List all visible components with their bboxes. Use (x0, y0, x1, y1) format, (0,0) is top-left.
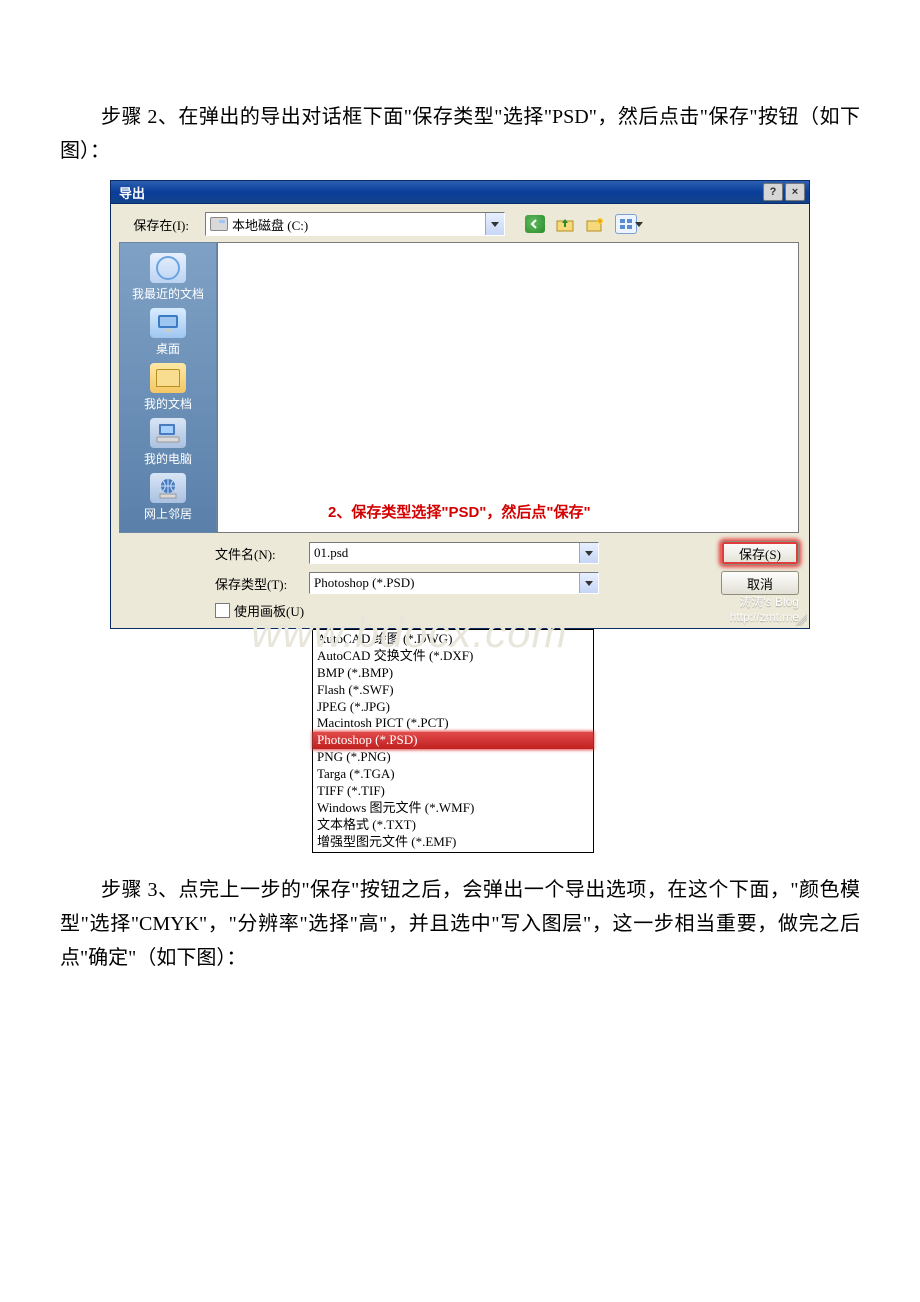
disk-icon (210, 217, 228, 231)
chevron-down-icon[interactable] (485, 213, 504, 235)
network-icon (150, 473, 186, 503)
filetype-option[interactable]: PNG (*.PNG) (313, 749, 593, 766)
filetype-option[interactable]: AutoCAD 交换文件 (*.DXF) (313, 648, 593, 665)
file-list-area[interactable]: 2、保存类型选择"PSD"，然后点"保存" (217, 242, 799, 533)
filetype-option[interactable]: JPEG (*.JPG) (313, 699, 593, 716)
places-recent-label: 我最近的文档 (132, 285, 204, 302)
filetype-dropdown-list[interactable]: AutoCAD 绘图 (*.DWG) AutoCAD 交换文件 (*.DXF) … (312, 629, 594, 853)
filetype-option[interactable]: BMP (*.BMP) (313, 665, 593, 682)
places-documents-label: 我的文档 (144, 395, 192, 412)
cancel-button[interactable]: 取消 (721, 571, 799, 595)
places-recent[interactable]: 我最近的文档 (124, 253, 212, 302)
annotation-red-text: 2、保存类型选择"PSD"，然后点"保存" (328, 501, 591, 522)
save-button[interactable]: 保存(S) (721, 541, 799, 565)
places-network-label: 网上邻居 (144, 505, 192, 522)
filetype-option[interactable]: Macintosh PICT (*.PCT) (313, 715, 593, 732)
places-desktop[interactable]: 桌面 (124, 308, 212, 357)
filetype-option[interactable]: TIFF (*.TIF) (313, 783, 593, 800)
filetype-option[interactable]: Flash (*.SWF) (313, 682, 593, 699)
paragraph-step-2: 步骤 2、在弹出的导出对话框下面"保存类型"选择"PSD"，然后点击"保存"按钮… (60, 100, 860, 168)
screenshot-export-dialog: 导出 ? × www.bdocx.com 保存在(I): 本地磁盘 (C:) (110, 180, 810, 853)
dialog-titlebar: 导出 ? × (110, 180, 810, 203)
location-text: 本地磁盘 (C:) (232, 215, 308, 234)
filetype-option-selected[interactable]: Photoshop (*.PSD) (313, 732, 593, 749)
paragraph-step-3: 步骤 3、点完上一步的"保存"按钮之后，会弹出一个导出选项，在这个下面，"颜色模… (60, 873, 860, 975)
desktop-icon (150, 308, 186, 338)
folder-icon (150, 363, 186, 393)
places-computer-label: 我的电脑 (144, 450, 192, 467)
back-icon[interactable] (525, 215, 545, 233)
recent-docs-icon (150, 253, 186, 283)
view-mode-icon[interactable] (615, 214, 637, 234)
new-folder-icon[interactable] (585, 215, 605, 233)
filetype-value: Photoshop (*.PSD) (314, 575, 414, 591)
places-sidebar: 我最近的文档 桌面 我的文档 (119, 242, 217, 533)
filetype-combo[interactable]: Photoshop (*.PSD) (309, 572, 599, 594)
help-button[interactable]: ? (763, 183, 783, 201)
up-folder-icon[interactable] (555, 215, 575, 233)
location-combo[interactable]: 本地磁盘 (C:) (205, 212, 505, 236)
chevron-down-icon[interactable] (579, 573, 598, 593)
use-artboard-label: 使用画板(U) (234, 601, 304, 620)
filetype-option[interactable]: Targa (*.TGA) (313, 766, 593, 783)
places-network[interactable]: 网上邻居 (124, 473, 212, 522)
filename-label: 文件名(N): (215, 544, 299, 563)
filetype-option[interactable]: 文本格式 (*.TXT) (313, 817, 593, 834)
chevron-down-icon[interactable] (579, 543, 598, 563)
save-in-label: 保存在(I): (119, 215, 195, 234)
use-artboard-checkbox[interactable] (215, 603, 230, 618)
close-button[interactable]: × (785, 183, 805, 201)
places-documents[interactable]: 我的文档 (124, 363, 212, 412)
computer-icon (150, 418, 186, 448)
view-mode-dropdown-icon[interactable] (635, 214, 643, 234)
places-computer[interactable]: 我的电脑 (124, 418, 212, 467)
filename-value: 01.psd (314, 545, 348, 561)
filetype-option[interactable]: AutoCAD 绘图 (*.DWG) (313, 631, 593, 648)
filetype-label: 保存类型(T): (215, 574, 299, 593)
places-desktop-label: 桌面 (156, 340, 180, 357)
filetype-option[interactable]: 增强型图元文件 (*.EMF) (313, 834, 593, 851)
dialog-title: 导出 (119, 183, 145, 202)
filename-input[interactable]: 01.psd (309, 542, 599, 564)
filetype-option[interactable]: Windows 图元文件 (*.WMF) (313, 800, 593, 817)
